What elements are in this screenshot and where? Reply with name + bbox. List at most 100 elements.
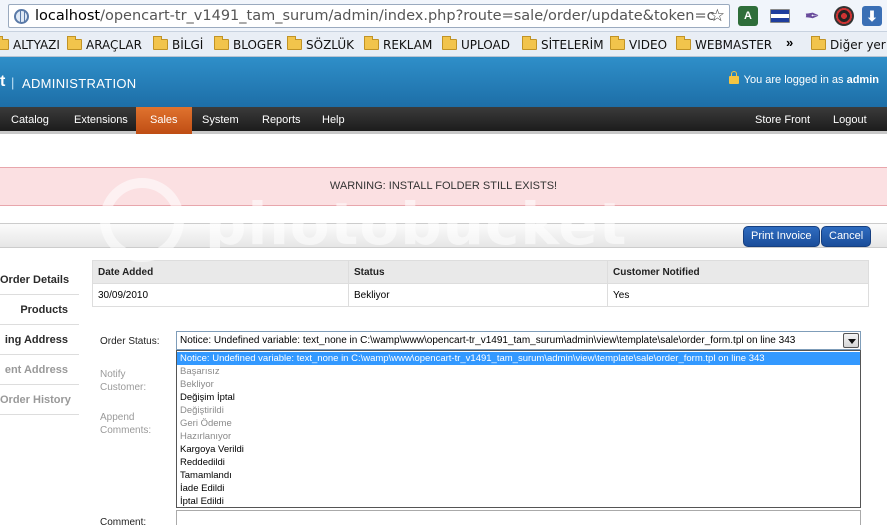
folder-icon [67,36,82,50]
logo-separator: | [11,75,15,90]
url-path: /opencart-tr_v1491_tam_surum/admin/index… [100,8,715,24]
append-comments-label: Append Comments: [100,411,151,437]
column-header-customer-notified: Customer Notified [607,260,869,284]
cell-customer-notified: Yes [607,283,869,307]
url-text[interactable]: localhost/opencart-tr_v1491_tam_surum/ad… [35,8,715,24]
login-text: You are logged in as [743,74,844,86]
admin-header: t | ADMINISTRATION You are logged in as … [0,57,887,107]
comment-label: Comment: [100,517,147,525]
nav-sales[interactable]: Sales [136,107,192,134]
nav-catalog[interactable]: Catalog [1,107,59,134]
bookmark-label: BLOGER [233,38,283,52]
bookmark-star-icon[interactable]: ☆ [710,6,725,26]
table-row: 30/09/2010 Bekliyor Yes [92,283,869,307]
folder-icon [610,36,625,50]
dropdown-option-geri-odeme[interactable]: Geri Ödeme [177,417,860,430]
bookmark-label: VIDEO [629,38,668,52]
dropdown-option-degisim-iptal[interactable]: Değişim İptal [177,391,860,404]
order-history-table: Date Added Status Customer Notified 30/0… [92,260,869,307]
nav-logout[interactable]: Logout [823,107,877,134]
flag-icon[interactable] [770,9,790,23]
nav-store-front[interactable]: Store Front [745,107,820,134]
folder-icon [522,36,537,50]
append-label-line2: Comments: [100,425,152,436]
bookmark-sitelerim[interactable]: SİTELERİM [522,36,604,54]
content-heading: Print Invoice Cancel [0,223,887,248]
dropdown-option-bekliyor[interactable]: Bekliyor [177,378,860,391]
dropdown-option-degistirildi[interactable]: Değiştirildi [177,404,860,417]
bookmark-bilgi[interactable]: BİLGİ [153,36,203,54]
folder-icon [676,36,691,50]
lock-icon [728,71,739,84]
bookmark-label: SİTELERİM [541,38,604,52]
append-label-line1: Append [100,412,135,423]
cell-status: Bekliyor [348,283,608,307]
screen: localhost/opencart-tr_v1491_tam_surum/ad… [0,0,887,525]
tab-products[interactable]: Products [0,295,79,325]
dropdown-option-notice[interactable]: Notice: Undefined variable: text_none in… [177,352,860,365]
bookmark-sozluk[interactable]: SÖZLÜK [287,36,354,54]
nav-reports[interactable]: Reports [252,107,311,134]
target-icon[interactable] [834,6,854,26]
cancel-button[interactable]: Cancel [821,226,872,247]
column-header-date-added: Date Added [92,260,349,284]
nav-system[interactable]: System [192,107,249,134]
notify-customer-label: Notify Customer: [100,368,146,394]
folder-icon [442,36,457,50]
folder-icon [287,36,302,50]
header-title: ADMINISTRATION [22,76,137,91]
bookmark-upload[interactable]: UPLOAD [442,36,510,54]
dropdown-option-hazirlaniyor[interactable]: Hazırlanıyor [177,430,860,443]
order-status-dropdown[interactable]: Notice: Undefined variable: text_none in… [176,350,861,508]
vertical-tabs: Order Details Products ing Address ent A… [0,265,79,415]
tab-order-details[interactable]: Order Details [0,265,79,295]
bookmark-label: BİLGİ [172,38,204,52]
folder-icon [364,36,379,50]
dropdown-option-iptal-edildi[interactable]: İptal Edildi [177,495,860,508]
notify-label-line2: Customer: [100,382,147,393]
bookmark-label: Diğer yer i [830,38,887,52]
bookmark-video[interactable]: VIDEO [610,36,667,54]
download-icon[interactable]: ⬇ [862,6,882,26]
bookmarks-overflow-chevron[interactable]: » [786,35,793,50]
globe-icon [14,9,29,24]
column-header-status: Status [348,260,608,284]
bookmark-label: UPLOAD [461,38,510,52]
order-status-label: Order Status: [100,336,160,347]
bookmark-label: WEBMASTER [695,38,773,52]
order-status-select[interactable]: Notice: Undefined variable: text_none in… [176,331,861,350]
chevron-down-icon[interactable] [843,333,859,348]
folder-icon [214,36,229,50]
feather-icon[interactable]: ✒ [802,6,822,26]
print-invoice-button[interactable]: Print Invoice [743,226,820,247]
browser-toolbar: localhost/opencart-tr_v1491_tam_surum/ad… [0,0,887,32]
nav-help[interactable]: Help [312,107,355,134]
bookmark-webmaster[interactable]: WEBMASTER [676,36,772,54]
translate-icon[interactable]: A [738,6,758,26]
nav-extensions[interactable]: Extensions [64,107,138,134]
bookmark-label: REKLAM [383,38,433,52]
bookmarks-bar: ALTYAZI ARAÇLAR BİLGİ BLOGER SÖZLÜK REKL… [0,32,887,57]
tab-shipping-address[interactable]: ing Address [0,325,79,355]
tab-order-history[interactable]: Order History [0,385,79,415]
dropdown-option-tamamlandi[interactable]: Tamamlandı [177,469,860,482]
bookmark-altyazi[interactable]: ALTYAZI [0,36,60,54]
tab-payment-address[interactable]: ent Address [0,355,79,385]
bookmark-label: ALTYAZI [13,38,60,52]
bookmark-other[interactable]: Diğer yer i [811,36,887,54]
dropdown-option-iade-edildi[interactable]: İade Edildi [177,482,860,495]
address-bar[interactable]: localhost/opencart-tr_v1491_tam_surum/ad… [8,4,730,28]
notify-label-line1: Notify [100,369,126,380]
bookmark-reklam[interactable]: REKLAM [364,36,432,54]
folder-icon [811,36,826,50]
main-nav: Catalog Extensions Sales System Reports … [0,107,887,134]
bookmark-label: SÖZLÜK [306,38,355,52]
dropdown-option-kargoya-verildi[interactable]: Kargoya Verildi [177,443,860,456]
bookmark-bloger[interactable]: BLOGER [214,36,282,54]
login-status: You are logged in as admin [728,71,879,86]
comment-textarea[interactable] [176,510,861,525]
bookmark-araclar[interactable]: ARAÇLAR [67,36,142,54]
dropdown-option-reddedildi[interactable]: Reddedildi [177,456,860,469]
dropdown-option-basarisiz[interactable]: Başarısız [177,365,860,378]
url-host: localhost [35,8,101,24]
